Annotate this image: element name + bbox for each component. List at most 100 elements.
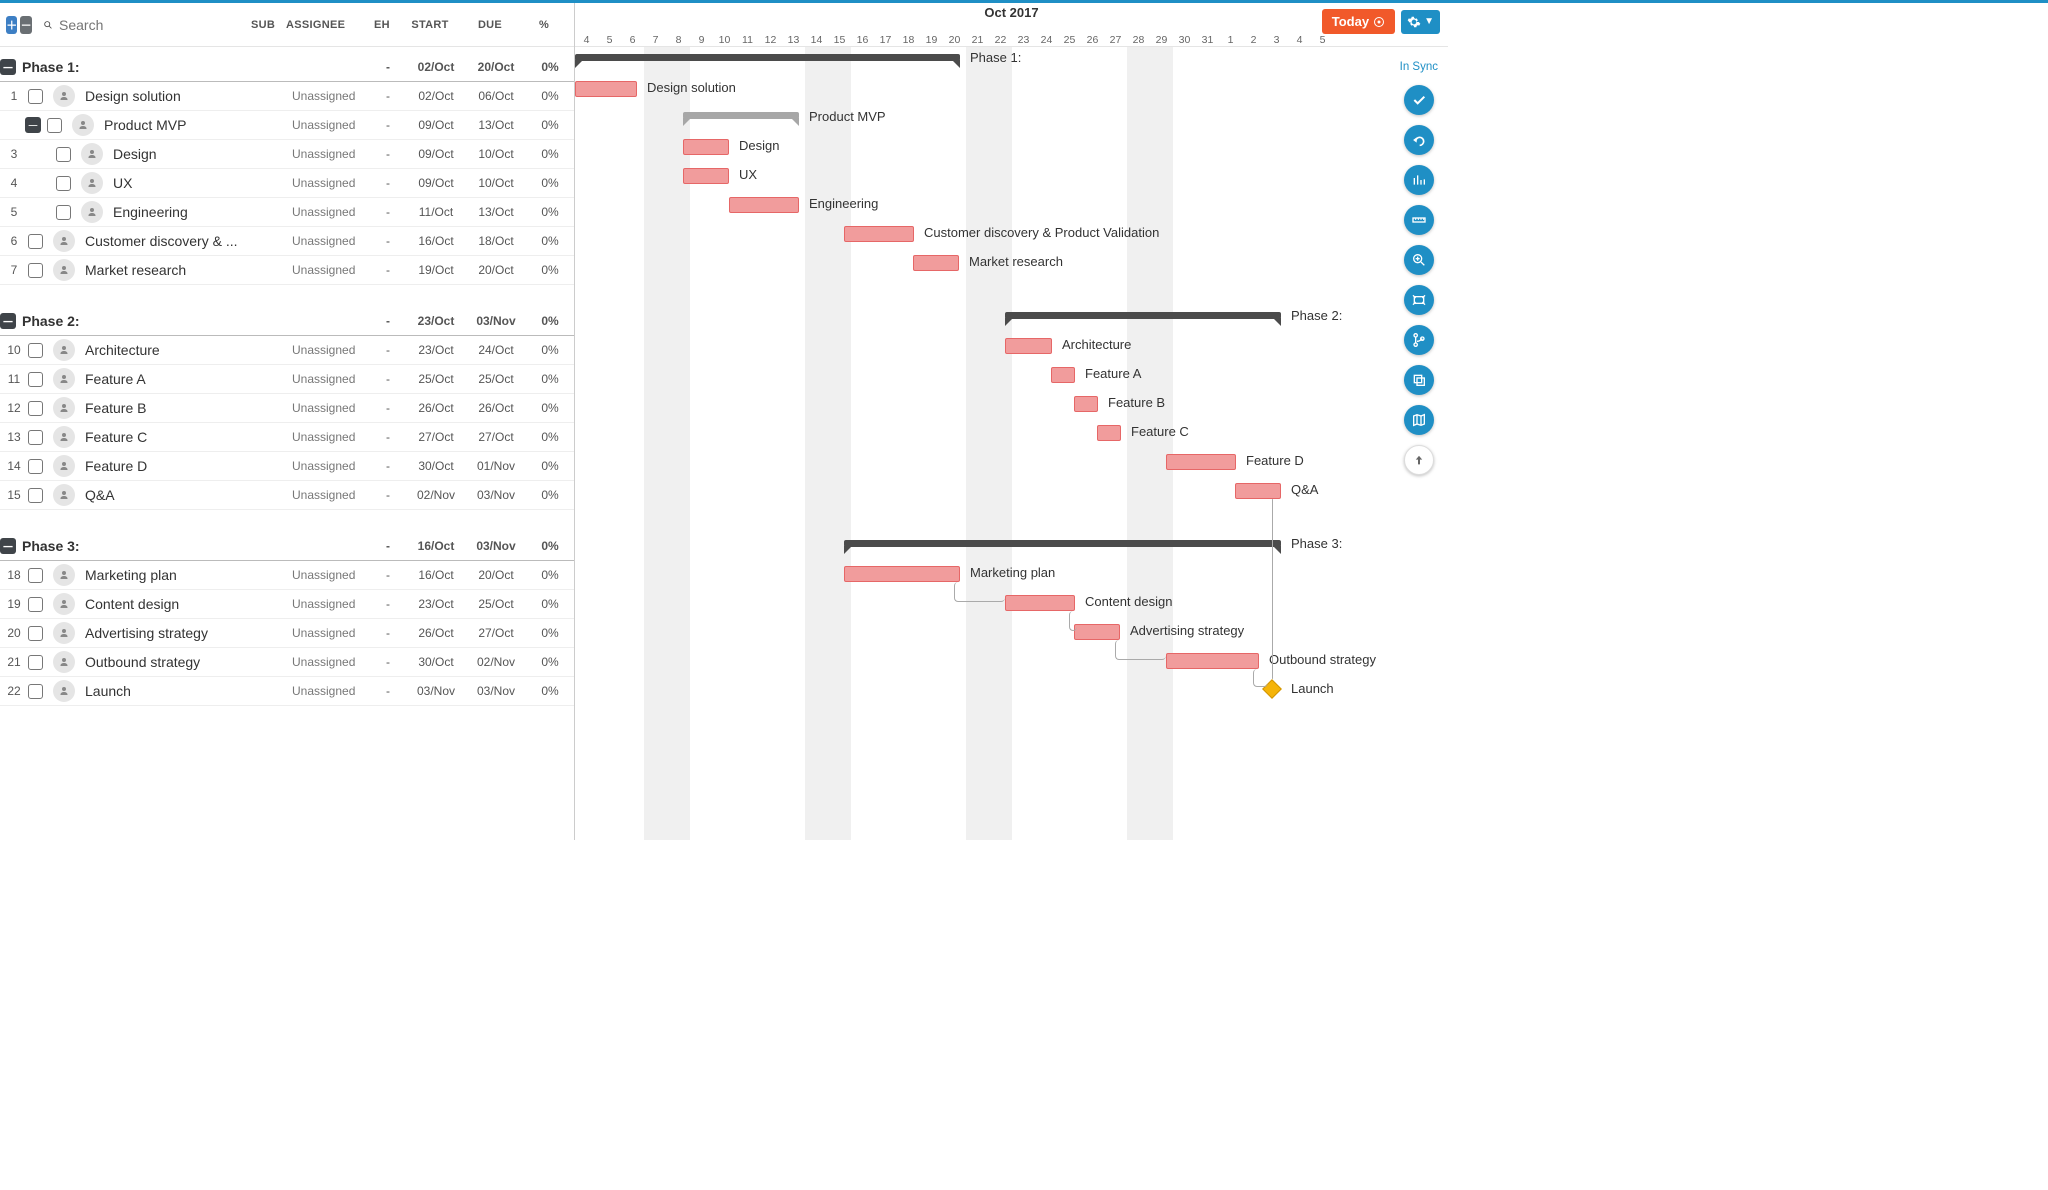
gantt-subgroup-bar[interactable] [683,112,799,119]
gantt-task-bar[interactable] [1051,367,1075,383]
col-eh[interactable]: EH [364,16,400,34]
task-checkbox[interactable] [28,655,43,670]
gantt-group-bar[interactable] [844,540,1281,547]
ruler-button[interactable] [1404,205,1434,235]
assignee-avatar[interactable] [53,368,75,390]
gantt-task-bar[interactable] [1074,396,1098,412]
task-row[interactable]: 10ArchitectureUnassigned-23/Oct24/Oct0% [0,336,574,365]
col-due[interactable]: DUE [460,16,520,34]
col-pct[interactable]: % [520,16,568,34]
task-row[interactable]: －Product MVPUnassigned-09/Oct13/Oct0% [0,111,574,140]
collapse-all-button[interactable]: － [20,16,31,34]
task-row[interactable]: 14Feature DUnassigned-30/Oct01/Nov0% [0,452,574,481]
map-button[interactable] [1404,405,1434,435]
group-row[interactable]: －Phase 1:-02/Oct20/Oct0% [0,53,574,82]
assignee-avatar[interactable] [53,259,75,281]
undo-button[interactable] [1404,125,1434,155]
task-row[interactable]: 15Q&AUnassigned-02/Nov03/Nov0% [0,481,574,510]
task-row[interactable]: 21Outbound strategyUnassigned-30/Oct02/N… [0,648,574,677]
assignee-avatar[interactable] [53,484,75,506]
assignee-avatar[interactable] [53,564,75,586]
gantt-group-bar[interactable] [1005,312,1281,319]
assignee-avatar[interactable] [53,85,75,107]
task-checkbox[interactable] [28,401,43,416]
gantt-task-bar[interactable] [1097,425,1121,441]
collapse-icon[interactable]: － [25,117,41,133]
task-row[interactable]: 5EngineeringUnassigned-11/Oct13/Oct0% [0,198,574,227]
search-input[interactable] [59,17,240,33]
dependencies-button[interactable] [1404,325,1434,355]
task-checkbox[interactable] [47,118,62,133]
gantt-group-bar[interactable] [575,54,960,61]
gantt-task-bar[interactable] [1166,653,1259,669]
task-checkbox[interactable] [56,176,71,191]
assignee-avatar[interactable] [81,172,103,194]
task-row[interactable]: 7Market researchUnassigned-19/Oct20/Oct0… [0,256,574,285]
assignee-avatar[interactable] [53,593,75,615]
task-row[interactable]: 1Design solutionUnassigned-02/Oct06/Oct0… [0,82,574,111]
task-row[interactable]: 12Feature BUnassigned-26/Oct26/Oct0% [0,394,574,423]
collapse-icon[interactable]: － [0,59,16,75]
task-checkbox[interactable] [56,147,71,162]
task-row[interactable]: 13Feature CUnassigned-27/Oct27/Oct0% [0,423,574,452]
expand-all-button[interactable]: ＋ [6,16,17,34]
assignee-avatar[interactable] [53,651,75,673]
gantt-task-bar[interactable] [683,139,729,155]
task-row[interactable]: 11Feature AUnassigned-25/Oct25/Oct0% [0,365,574,394]
assignee-avatar[interactable] [53,230,75,252]
task-row[interactable]: 18Marketing planUnassigned-16/Oct20/Oct0… [0,561,574,590]
assignee-avatar[interactable] [53,680,75,702]
task-row[interactable]: 4UXUnassigned-09/Oct10/Oct0% [0,169,574,198]
assignee-avatar[interactable] [81,201,103,223]
task-checkbox[interactable] [28,626,43,641]
assignee-avatar[interactable] [72,114,94,136]
gantt-chart[interactable]: Today ▼ Oct 2017 45678910111213141516171… [575,3,1448,840]
task-checkbox[interactable] [28,234,43,249]
gantt-task-bar[interactable] [683,168,729,184]
fit-button[interactable] [1404,285,1434,315]
task-checkbox[interactable] [28,343,43,358]
task-checkbox[interactable] [28,684,43,699]
task-row[interactable]: 22LaunchUnassigned-03/Nov03/Nov0% [0,677,574,706]
task-checkbox[interactable] [28,488,43,503]
task-checkbox[interactable] [28,372,43,387]
col-assignee[interactable]: ASSIGNEE [286,16,364,34]
gantt-task-bar[interactable] [1005,338,1052,354]
gantt-task-bar[interactable] [575,81,637,97]
copy-button[interactable] [1404,365,1434,395]
assignee-avatar[interactable] [53,622,75,644]
group-row[interactable]: －Phase 2:-23/Oct03/Nov0% [0,307,574,336]
gantt-task-bar[interactable] [844,226,914,242]
gantt-task-bar[interactable] [844,566,960,582]
zoom-button[interactable] [1404,245,1434,275]
gantt-task-bar[interactable] [913,255,959,271]
assignee-avatar[interactable] [53,455,75,477]
gantt-task-bar[interactable] [1074,624,1120,640]
task-checkbox[interactable] [28,263,43,278]
assignee-avatar[interactable] [81,143,103,165]
task-row[interactable]: 19Content designUnassigned-23/Oct25/Oct0… [0,590,574,619]
gantt-task-bar[interactable] [1235,483,1281,499]
task-checkbox[interactable] [28,430,43,445]
task-checkbox[interactable] [28,459,43,474]
gantt-task-bar[interactable] [1166,454,1236,470]
assignee-avatar[interactable] [53,426,75,448]
task-row[interactable]: 20Advertising strategyUnassigned-26/Oct2… [0,619,574,648]
group-row[interactable]: －Phase 3:-16/Oct03/Nov0% [0,532,574,561]
task-checkbox[interactable] [56,205,71,220]
collapse-icon[interactable]: － [0,538,16,554]
task-checkbox[interactable] [28,568,43,583]
col-start[interactable]: START [400,16,460,34]
task-checkbox[interactable] [28,597,43,612]
collapse-icon[interactable]: － [0,313,16,329]
gantt-task-bar[interactable] [729,197,799,213]
baseline-button[interactable] [1404,165,1434,195]
scroll-top-button[interactable] [1404,445,1434,475]
assignee-avatar[interactable] [53,397,75,419]
gantt-task-bar[interactable] [1005,595,1075,611]
assignee-avatar[interactable] [53,339,75,361]
task-row[interactable]: 3DesignUnassigned-09/Oct10/Oct0% [0,140,574,169]
task-checkbox[interactable] [28,89,43,104]
gantt-milestone[interactable] [1262,679,1282,699]
task-row[interactable]: 6Customer discovery & ...Unassigned-16/O… [0,227,574,256]
